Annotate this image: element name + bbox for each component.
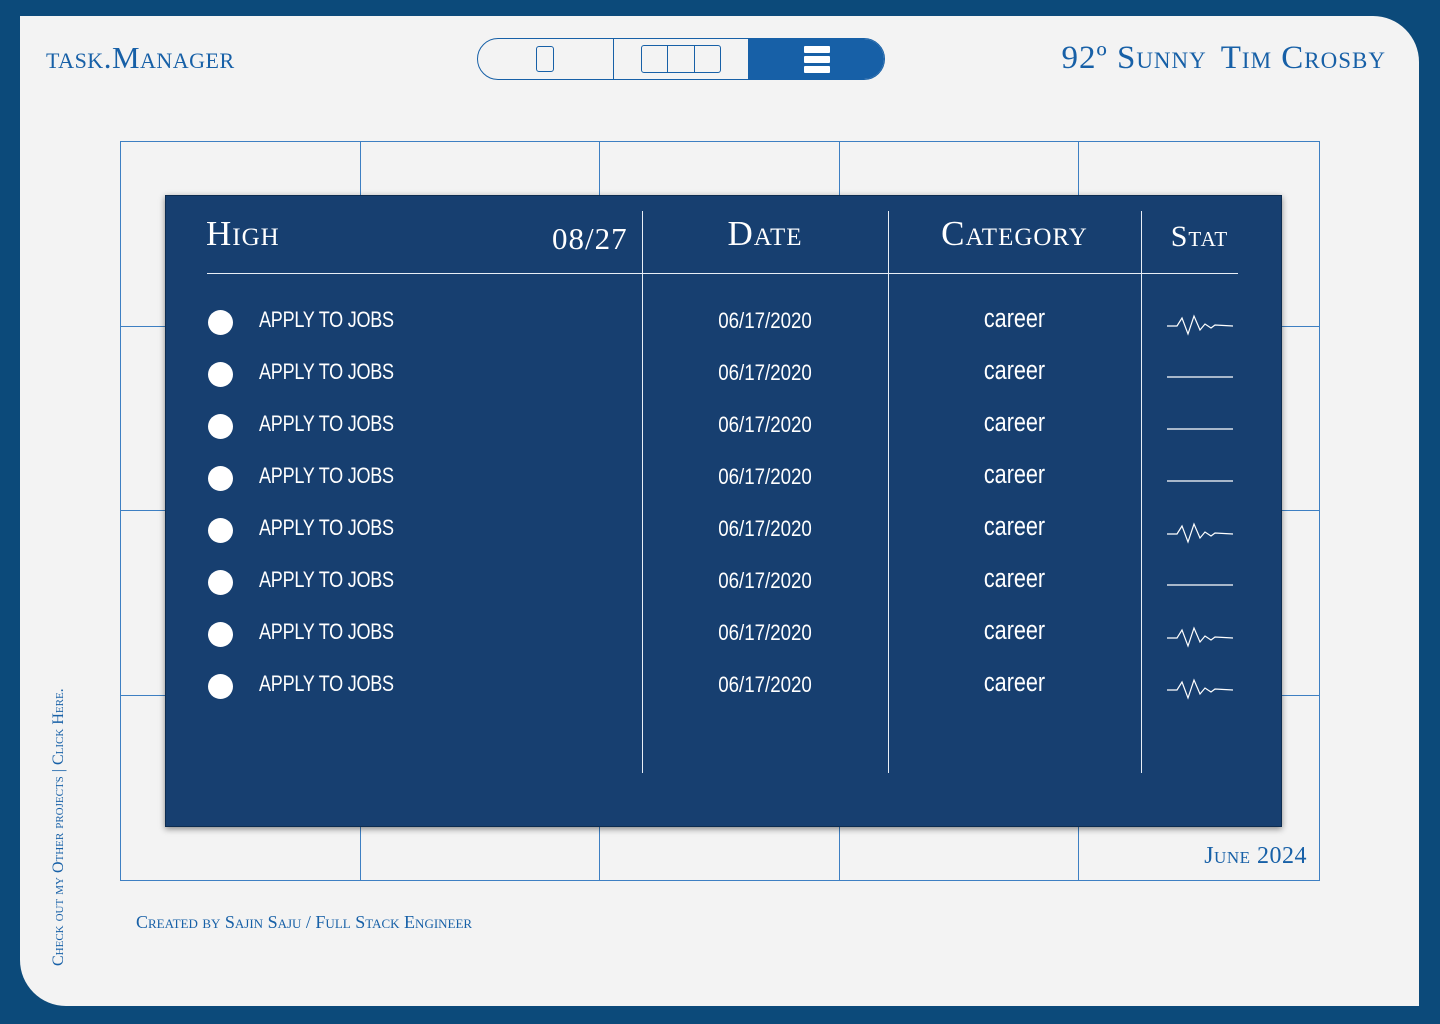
task-row[interactable]: APPLY TO JOBS 06/17/2020 career: [166, 662, 1281, 714]
task-title: APPLY TO JOBS: [259, 307, 394, 332]
task-category: career: [983, 511, 1046, 541]
day-view-button[interactable]: [478, 39, 614, 79]
user-name[interactable]: Tim Crosby: [1221, 40, 1386, 77]
flat-line-icon: [1167, 376, 1233, 378]
task-checkbox[interactable]: [208, 518, 233, 543]
column-header-date[interactable]: Date: [642, 214, 888, 254]
task-category: career: [983, 355, 1046, 385]
flat-line-icon: [1167, 480, 1233, 482]
task-category: career: [983, 667, 1046, 697]
task-category: career: [983, 615, 1046, 645]
task-checkbox[interactable]: [208, 310, 233, 335]
task-title: APPLY TO JOBS: [259, 411, 394, 436]
task-title: APPLY TO JOBS: [259, 515, 394, 540]
list-view-icon: [803, 45, 830, 73]
task-date: 06/17/2020: [718, 568, 812, 593]
task-checkbox[interactable]: [208, 674, 233, 699]
flat-line-icon: [1167, 584, 1233, 586]
header-info: 92º Sunny Tim Crosby: [1061, 40, 1386, 77]
task-title: APPLY TO JOBS: [259, 567, 394, 592]
task-checkbox[interactable]: [208, 362, 233, 387]
task-row[interactable]: APPLY TO JOBS 06/17/2020 career: [166, 350, 1281, 402]
week-view-icon: [641, 45, 721, 73]
header-divider: [207, 273, 1238, 274]
task-panel: High 08/27 Date Category Stat APPLY TO J…: [165, 195, 1282, 827]
task-category: career: [983, 563, 1046, 593]
app-frame: task.Manager 92º Sunny Tim Crosby June 2…: [20, 16, 1419, 1006]
task-checkbox[interactable]: [208, 622, 233, 647]
task-checkbox[interactable]: [208, 570, 233, 595]
task-date: 06/17/2020: [718, 360, 812, 385]
task-checkbox[interactable]: [208, 466, 233, 491]
flat-line-icon: [1167, 428, 1233, 430]
projects-link[interactable]: Check out my Other projects | Click Here…: [50, 688, 68, 966]
priority-label: High: [206, 214, 280, 253]
task-list: APPLY TO JOBS 06/17/2020 career APPLY TO JO…: [166, 298, 1281, 714]
task-row[interactable]: APPLY TO JOBS 06/17/2020 career: [166, 402, 1281, 454]
task-row[interactable]: APPLY TO JOBS 06/17/2020 career: [166, 506, 1281, 558]
task-row[interactable]: APPLY TO JOBS 06/17/2020 career: [166, 454, 1281, 506]
task-row[interactable]: APPLY TO JOBS 06/17/2020 career: [166, 610, 1281, 662]
column-header-category[interactable]: Category: [888, 214, 1141, 254]
task-category: career: [983, 303, 1046, 333]
task-date: 06/17/2020: [718, 516, 812, 541]
list-view-button[interactable]: [749, 39, 884, 79]
task-date: 06/17/2020: [718, 672, 812, 697]
header-date: 08/27: [552, 221, 628, 256]
column-header-stat[interactable]: Stat: [1141, 220, 1258, 254]
task-date: 06/17/2020: [718, 620, 812, 645]
month-label: June 2024: [1204, 843, 1307, 869]
task-date: 06/17/2020: [718, 308, 812, 333]
pulse-icon: [1167, 626, 1233, 648]
weather-text: 92º Sunny: [1061, 40, 1207, 76]
task-date: 06/17/2020: [718, 412, 812, 437]
task-title: APPLY TO JOBS: [259, 671, 394, 696]
task-category: career: [983, 407, 1046, 437]
app-title: task.Manager: [46, 40, 235, 75]
task-checkbox[interactable]: [208, 414, 233, 439]
pulse-icon: [1167, 678, 1233, 700]
credit-text: Created by Sajin Saju / Full Stack Engin…: [136, 912, 473, 932]
task-title: APPLY TO JOBS: [259, 359, 394, 384]
task-row[interactable]: APPLY TO JOBS 06/17/2020 career: [166, 558, 1281, 610]
pulse-icon: [1167, 314, 1233, 336]
pulse-icon: [1167, 522, 1233, 544]
task-date: 06/17/2020: [718, 464, 812, 489]
task-row[interactable]: APPLY TO JOBS 06/17/2020 career: [166, 298, 1281, 350]
task-category: career: [983, 459, 1046, 489]
week-view-button[interactable]: [614, 39, 750, 79]
task-title: APPLY TO JOBS: [259, 619, 394, 644]
day-view-icon: [536, 46, 555, 72]
view-toggle: [477, 38, 885, 80]
task-title: APPLY TO JOBS: [259, 463, 394, 488]
